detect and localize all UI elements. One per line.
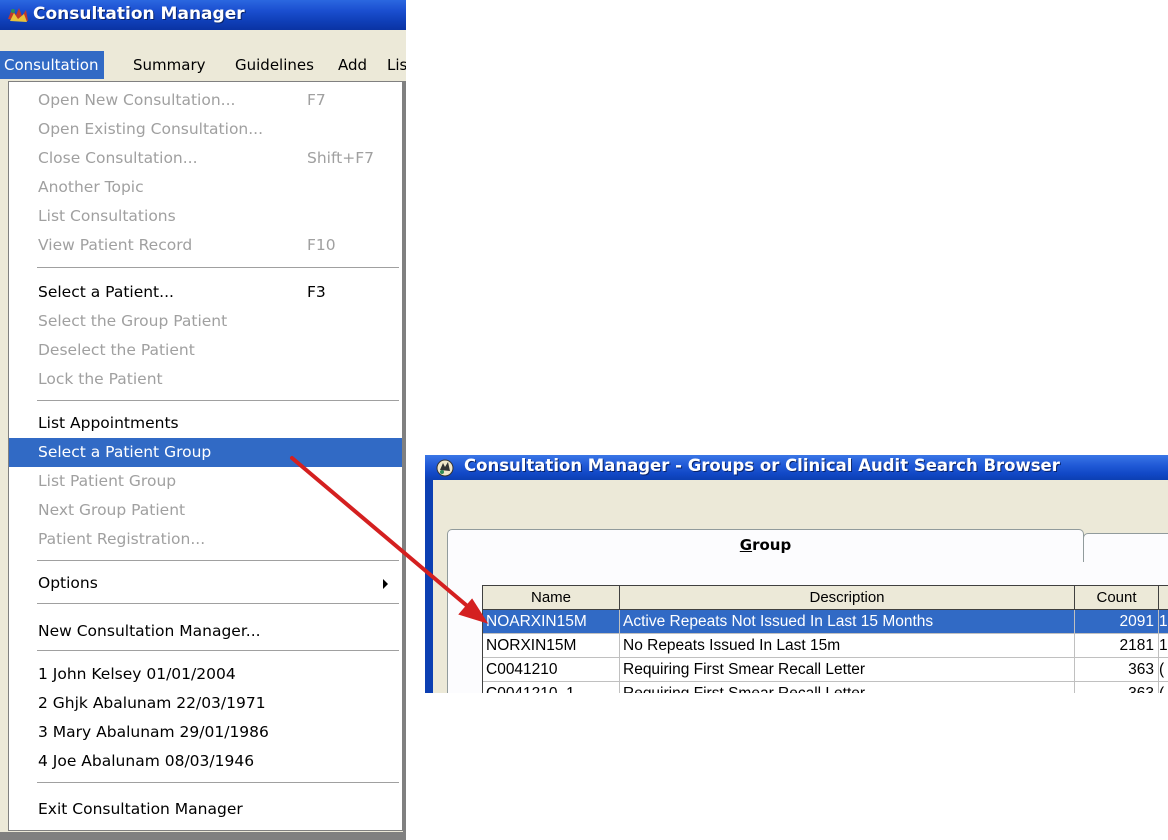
- cell-name: NORXIN15M: [483, 634, 620, 658]
- menu-item-new-consultation-manager[interactable]: New Consultation Manager...: [9, 617, 402, 646]
- menu-item-recent-patient-2[interactable]: 2 Ghjk Abalunam 22/03/1971: [9, 689, 402, 718]
- menu-separator: [37, 603, 399, 604]
- menu-item-select-patient-group[interactable]: Select a Patient Group: [9, 438, 402, 467]
- cell-more: 1: [1159, 610, 1168, 634]
- menu-add[interactable]: Add: [338, 51, 367, 79]
- groups-table: Name Description Count NOARXIN15M Active…: [482, 585, 1168, 693]
- consultation-dropdown-menu: Open New Consultation... F7 Open Existin…: [8, 81, 403, 831]
- menu-item-close-consultation[interactable]: Close Consultation... Shift+F7: [9, 144, 402, 173]
- column-header-name[interactable]: Name: [483, 586, 620, 610]
- menu-bar: Consultation Summary Guidelines Add Lis: [0, 51, 406, 79]
- menu-guidelines[interactable]: Guidelines: [235, 51, 314, 79]
- menu-separator: [37, 650, 399, 651]
- menu-item-select-group-patient[interactable]: Select the Group Patient: [9, 307, 402, 336]
- menu-consultation[interactable]: Consultation: [0, 51, 105, 79]
- menu-item-next-group-patient[interactable]: Next Group Patient: [9, 496, 402, 525]
- menu-shadow: [403, 81, 406, 840]
- menu-item-view-patient-record[interactable]: View Patient Record F10: [9, 231, 402, 260]
- table-row[interactable]: C0041210_1 Requiring First Smear Recall …: [483, 682, 1168, 693]
- title-bar[interactable]: Consultation Manager: [0, 0, 406, 30]
- table-row[interactable]: NOARXIN15M Active Repeats Not Issued In …: [483, 610, 1168, 634]
- menu-separator: [37, 560, 399, 561]
- menu-shadow-bottom: [0, 832, 406, 840]
- menu-item-open-existing-consultation[interactable]: Open Existing Consultation...: [9, 115, 402, 144]
- menu-item-deselect-patient[interactable]: Deselect the Patient: [9, 336, 402, 365]
- cell-description: No Repeats Issued In Last 15m: [620, 634, 1075, 658]
- group-search-browser-window: Consultation Manager - Groups or Clinica…: [425, 455, 1168, 693]
- consultation-manager-window: Consultation Manager Consultation Summar…: [0, 0, 406, 840]
- menu-item-recent-patient-4[interactable]: 4 Joe Abalunam 08/03/1946: [9, 747, 402, 776]
- column-header-description[interactable]: Description: [620, 586, 1075, 610]
- cell-count: 2181: [1075, 634, 1159, 658]
- column-header-count[interactable]: Count: [1075, 586, 1159, 610]
- menu-item-lock-patient[interactable]: Lock the Patient: [9, 365, 402, 394]
- menu-summary[interactable]: Summary: [133, 51, 206, 79]
- menu-item-options[interactable]: Options: [9, 569, 402, 598]
- cell-description: Active Repeats Not Issued In Last 15 Mon…: [620, 610, 1075, 634]
- window-title: Consultation Manager: [33, 4, 245, 24]
- app-logo-icon: [8, 8, 28, 22]
- cell-more: 1: [1159, 634, 1168, 658]
- menu-item-list-patient-group[interactable]: List Patient Group: [9, 467, 402, 496]
- menu-item-list-appointments[interactable]: List Appointments: [9, 409, 402, 438]
- column-header-more[interactable]: [1159, 586, 1168, 610]
- cell-name: C0041210_1: [483, 682, 620, 693]
- tab-group-label: roup: [752, 536, 792, 554]
- table-row[interactable]: NORXIN15M No Repeats Issued In Last 15m …: [483, 634, 1168, 658]
- menu-item-exit-consultation-manager[interactable]: Exit Consultation Manager: [9, 795, 402, 824]
- menu-item-open-new-consultation[interactable]: Open New Consultation... F7: [9, 86, 402, 115]
- menu-item-recent-patient-1[interactable]: 1 John Kelsey 01/01/2004: [9, 660, 402, 689]
- menu-item-select-a-patient[interactable]: Select a Patient... F3: [9, 278, 402, 307]
- cell-count: 363: [1075, 682, 1159, 693]
- cell-more: (: [1159, 682, 1168, 693]
- menu-separator: [37, 267, 399, 268]
- app-logo-icon: [436, 459, 454, 477]
- menu-item-list-consultations[interactable]: List Consultations: [9, 202, 402, 231]
- tab-group-accelerator: G: [739, 536, 753, 554]
- cell-more: (: [1159, 658, 1168, 682]
- submenu-arrow-icon: [383, 579, 388, 589]
- menu-item-another-topic[interactable]: Another Topic: [9, 173, 402, 202]
- menu-item-patient-registration[interactable]: Patient Registration...: [9, 525, 402, 554]
- cell-name: C0041210: [483, 658, 620, 682]
- cell-description: Requiring First Smear Recall Letter: [620, 658, 1075, 682]
- cell-name: NOARXIN15M: [483, 610, 620, 634]
- cell-description: Requiring First Smear Recall Letter: [620, 682, 1075, 693]
- menu-separator: [37, 782, 399, 783]
- tab-other[interactable]: [1083, 533, 1168, 562]
- title-bar[interactable]: Consultation Manager - Groups or Clinica…: [425, 455, 1168, 480]
- menu-list[interactable]: Lis: [387, 51, 406, 79]
- tab-group[interactable]: Group: [447, 529, 1084, 562]
- menu-separator: [37, 400, 399, 401]
- window-title: Consultation Manager - Groups or Clinica…: [464, 456, 1060, 475]
- cell-count: 363: [1075, 658, 1159, 682]
- cell-count: 2091: [1075, 610, 1159, 634]
- table-row[interactable]: C0041210 Requiring First Smear Recall Le…: [483, 658, 1168, 682]
- window-frame: [425, 455, 433, 693]
- menu-item-recent-patient-3[interactable]: 3 Mary Abalunam 29/01/1986: [9, 718, 402, 747]
